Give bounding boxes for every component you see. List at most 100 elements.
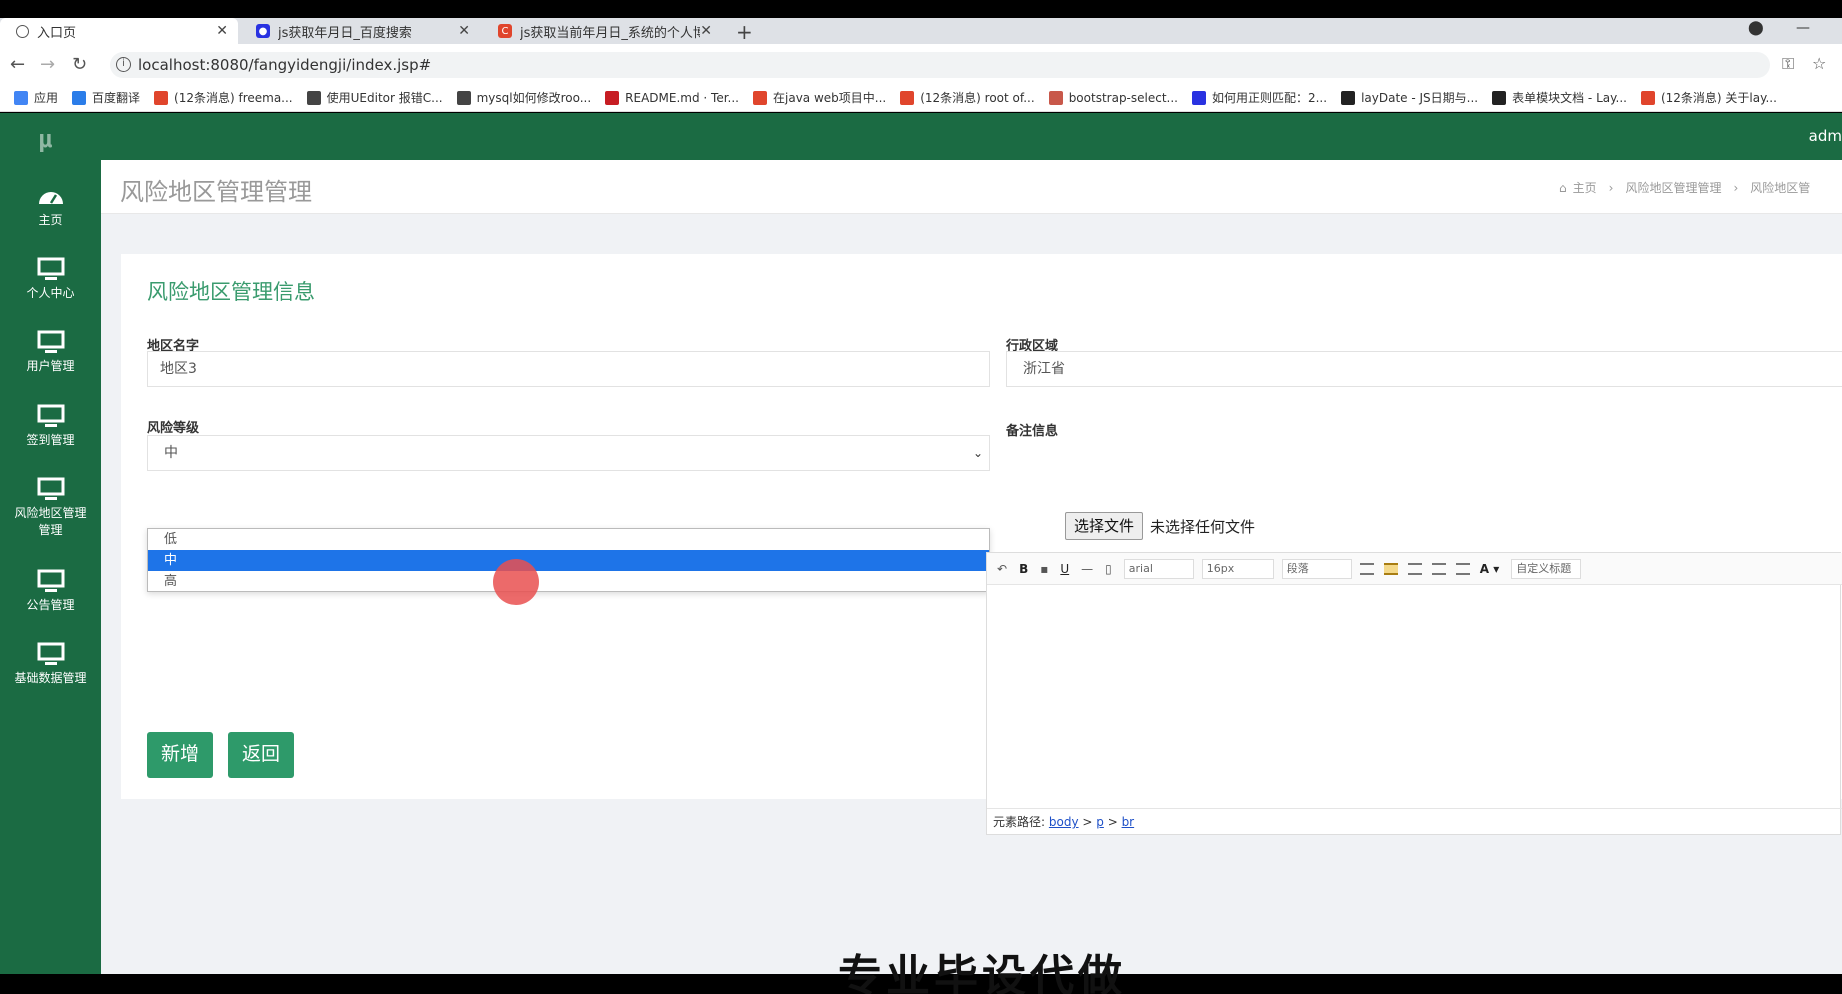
bookmark-item[interactable]: layDate - JS日期与... (1341, 89, 1478, 106)
risk-level-option[interactable]: 中 (148, 550, 989, 571)
risk-level-select[interactable]: 中 ⌄ (147, 435, 990, 471)
url-text: localhost:8080/fangyidengji/index.jsp# (138, 56, 432, 74)
bookmark-item[interactable]: 表单模块文档 - Lay... (1492, 89, 1627, 106)
breadcrumb-home[interactable]: 主页 (1573, 179, 1597, 196)
font-size-select[interactable]: 16px (1201, 558, 1274, 579)
bookmark-item[interactable]: 使用UEditor 报错C... (306, 89, 443, 106)
bookmark-item[interactable]: 在java web项目中... (753, 89, 886, 106)
csdn-icon (900, 90, 915, 105)
new-tab-icon[interactable]: + (736, 20, 753, 44)
align-justify-icon[interactable] (1359, 562, 1374, 575)
admin-area-select[interactable]: 浙江省 ⌄ (1006, 351, 1842, 387)
browser-tab-active[interactable]: 入口页 ✕ (0, 18, 238, 44)
sidebar-item-label: 基础数据管理 (14, 671, 87, 685)
csdn-icon (1640, 90, 1655, 105)
csdn-icon (753, 90, 767, 105)
bookmark-label: 表单模块文档 - Lay... (1512, 91, 1627, 105)
star-icon[interactable]: ☆ (1812, 54, 1826, 73)
sidebar-item[interactable]: 用户管理 (0, 330, 101, 375)
back-button[interactable]: 返回 (228, 732, 295, 778)
sidebar-item[interactable]: 风险地区管理管理 (0, 477, 101, 539)
bookmark-item[interactable]: 应用 (14, 89, 58, 106)
sidebar-item-label: 签到管理 (26, 433, 75, 447)
align-left-icon[interactable] (1383, 562, 1398, 575)
bookmark-label: layDate - JS日期与... (1361, 91, 1479, 105)
risk-level-option[interactable]: 高 (148, 571, 989, 592)
breadcrumb: ⌂ 主页 › 风险地区管理管理 › 风险地区管 (1559, 179, 1810, 196)
sidebar-item-label: 主页 (38, 213, 63, 227)
browser-tab[interactable]: ● js获取年月日_百度搜索 ✕ (240, 18, 480, 44)
sidebar-item[interactable]: 公告管理 (0, 569, 101, 614)
admin-user[interactable]: adm (1809, 127, 1842, 145)
risk-level-dropdown: 低中高 (147, 528, 990, 592)
sidebar-item[interactable]: 个人中心 (0, 257, 101, 302)
bookmark-item[interactable]: (12条消息) freema... (154, 89, 293, 106)
bookmark-item[interactable]: (12条消息) 关于lay... (1640, 89, 1777, 106)
risk-level-option[interactable]: 低 (148, 529, 989, 550)
profile-icon[interactable]: ⬤ (1748, 20, 1764, 36)
align-right-icon[interactable] (1431, 562, 1446, 575)
align-center-icon[interactable] (1407, 562, 1422, 575)
font-color-icon[interactable]: A ▾ (1480, 562, 1500, 576)
bookmark-label: (12条消息) freema... (174, 91, 293, 105)
file-status: 未选择任何文件 (1150, 518, 1256, 536)
choose-file-button[interactable]: 选择文件 (1065, 512, 1144, 540)
main-content: 风险地区管理管理 ⌂ 主页 › 风险地区管理管理 › 风险地区管 风险地区管理信… (101, 160, 1842, 974)
add-button[interactable]: 新增 (147, 732, 214, 778)
watermark-text: 专业毕设代做 (838, 951, 1126, 994)
info-icon[interactable]: i (116, 57, 131, 72)
bookmark-item[interactable]: README.md · Ter... (605, 90, 739, 105)
element-path-body[interactable]: body (1049, 815, 1079, 829)
custom-title-select[interactable]: 自定义标题 (1511, 558, 1582, 579)
monitor-icon (37, 257, 64, 280)
bookmark-icon (1048, 90, 1063, 105)
monitor-icon (37, 642, 64, 665)
close-icon[interactable]: ✕ (216, 23, 228, 39)
sidebar-item[interactable]: 签到管理 (0, 404, 101, 449)
element-path-p[interactable]: p (1096, 815, 1104, 829)
bookmark-item[interactable]: mysql如何修改roo... (456, 89, 591, 106)
close-icon[interactable]: ✕ (700, 23, 712, 39)
underline-icon[interactable]: U (1060, 562, 1069, 576)
close-icon[interactable]: ✕ (458, 23, 470, 39)
bold-icon[interactable]: B (1019, 562, 1028, 576)
bookmark-item[interactable]: 如何用正则匹配：2... (1191, 89, 1328, 106)
bookmark-item[interactable]: 百度翻译 (72, 89, 140, 106)
layui-icon (1492, 90, 1507, 105)
element-path-br[interactable]: br (1122, 815, 1135, 829)
sidebar-item-label: 公告管理 (26, 598, 75, 612)
url-field[interactable]: i localhost:8080/fangyidengji/index.jsp# (110, 52, 1770, 78)
paragraph-select[interactable]: 段落 (1281, 558, 1352, 579)
bookmark-item[interactable]: bootstrap-select... (1048, 90, 1178, 105)
strikethrough-icon[interactable]: — (1081, 562, 1093, 576)
globe-icon (16, 24, 29, 38)
format-painter-icon[interactable]: ▯ (1105, 562, 1112, 576)
undo-icon[interactable]: ↶ (997, 562, 1007, 576)
bookmark-label: 如何用正则匹配：2... (1211, 91, 1328, 105)
address-bar: ← → ↻ i localhost:8080/fangyidengji/inde… (0, 44, 1842, 84)
forward-arrow-icon[interactable]: → (40, 54, 55, 75)
layui-icon (1341, 90, 1356, 105)
bookmark-item[interactable]: (12条消息) root of... (900, 89, 1035, 106)
minimize-icon[interactable]: — (1796, 20, 1810, 36)
baidu-paw-icon (1191, 90, 1206, 105)
key-icon[interactable]: ⚿ (1782, 54, 1794, 74)
font-family-select[interactable]: arial (1123, 558, 1194, 579)
risk-level-label: 风险等级 (147, 421, 200, 436)
breadcrumb-level1[interactable]: 风险地区管理管理 (1625, 179, 1721, 196)
bookmark-label: bootstrap-select... (1068, 90, 1178, 105)
region-name-input[interactable]: 地区3 (147, 351, 990, 387)
back-arrow-icon[interactable]: ← (10, 54, 25, 75)
italic-icon[interactable]: ▪ (1040, 562, 1048, 576)
page-title: 风险地区管理管理 (120, 178, 312, 206)
reload-icon[interactable]: ↻ (72, 54, 87, 75)
browser-tab[interactable]: C js获取当前年月日_系统的个人博 ✕ (482, 18, 722, 44)
bookmark-label: (12条消息) root of... (920, 91, 1035, 105)
sidebar-item[interactable]: 主页 (0, 184, 101, 229)
sidebar-item[interactable]: 基础数据管理 (0, 642, 101, 687)
monitor-icon (37, 330, 64, 353)
align-full-icon[interactable] (1455, 562, 1470, 575)
bookmark-label: 应用 (34, 91, 59, 105)
logo: μ (38, 125, 53, 153)
admin-area-value: 浙江省 (1023, 361, 1065, 377)
